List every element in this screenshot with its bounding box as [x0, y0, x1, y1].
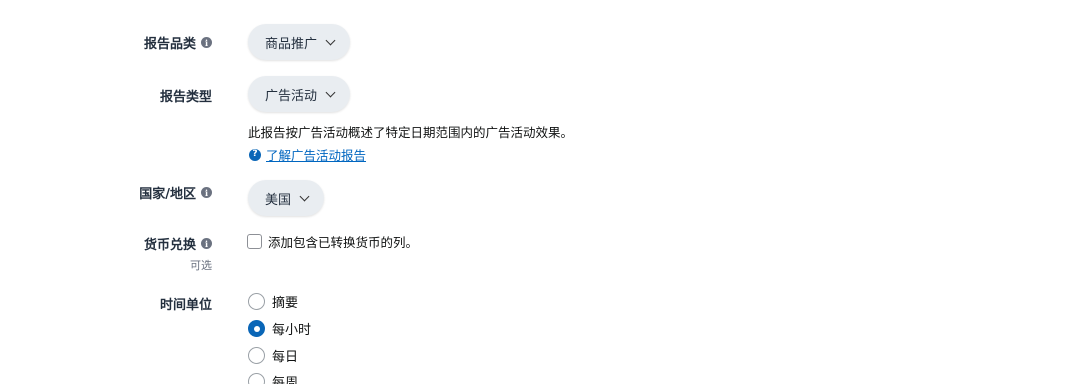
radio-button[interactable]	[248, 373, 265, 384]
radio-button[interactable]	[248, 293, 265, 310]
report-type-description: 此报告按广告活动概述了特定日期范围内的广告活动效果。	[248, 125, 574, 140]
currency-label-row: 货币兑换 i	[144, 234, 212, 253]
report-category-label-row: 报告品类 i	[144, 33, 212, 52]
radio-option-hourly[interactable]: 每小时	[248, 319, 311, 338]
radio-option-daily[interactable]: 每日	[248, 346, 298, 365]
radio-option-label: 每日	[272, 350, 299, 365]
learn-more-row: ? 了解广告活动报告	[249, 145, 366, 164]
radio-button-selected[interactable]	[248, 320, 265, 337]
report-category-dropdown[interactable]: 商品推广	[248, 24, 351, 60]
radio-option-weekly[interactable]: 每周	[248, 372, 298, 384]
chevron-down-icon	[325, 87, 336, 97]
optional-label: 可选	[190, 259, 212, 272]
report-type-value: 广告活动	[265, 88, 318, 104]
radio-button[interactable]	[248, 347, 265, 364]
report-category-label: 报告品类	[143, 37, 196, 52]
chevron-down-icon	[325, 35, 336, 45]
country-label: 国家/地区	[139, 187, 196, 202]
report-type-label: 报告类型	[159, 90, 212, 105]
currency-label: 货币兑换	[143, 238, 196, 253]
report-type-label-row: 报告类型	[160, 86, 212, 105]
radio-option-label: 每小时	[272, 323, 312, 338]
currency-checkbox-label: 添加包含已转换货币的列。	[268, 235, 419, 250]
country-value: 美国	[265, 192, 292, 208]
report-type-dropdown[interactable]: 广告活动	[248, 76, 351, 112]
learn-more-link[interactable]: 了解广告活动报告	[266, 145, 366, 164]
chevron-down-icon	[299, 191, 310, 201]
radio-option-label: 每周	[272, 376, 299, 384]
report-settings-form: 报告品类 i 商品推广 报告类型 广告活动 此报告按广告活动概述了特定日期范围内…	[0, 0, 1080, 384]
info-icon[interactable]: i	[201, 37, 212, 48]
country-dropdown[interactable]: 美国	[248, 180, 325, 216]
currency-checkbox[interactable]	[247, 234, 262, 249]
radio-option-summary[interactable]: 摘要	[248, 292, 298, 311]
help-icon: ?	[249, 148, 261, 161]
time-unit-label: 时间单位	[159, 298, 212, 313]
country-label-row: 国家/地区 i	[139, 183, 212, 202]
radio-option-label: 摘要	[272, 296, 299, 311]
info-icon[interactable]: i	[201, 238, 212, 249]
info-icon[interactable]: i	[201, 187, 212, 198]
time-unit-label-row: 时间单位	[160, 294, 212, 313]
currency-checkbox-row[interactable]: 添加包含已转换货币的列。	[247, 232, 418, 251]
report-category-value: 商品推广	[265, 36, 318, 52]
